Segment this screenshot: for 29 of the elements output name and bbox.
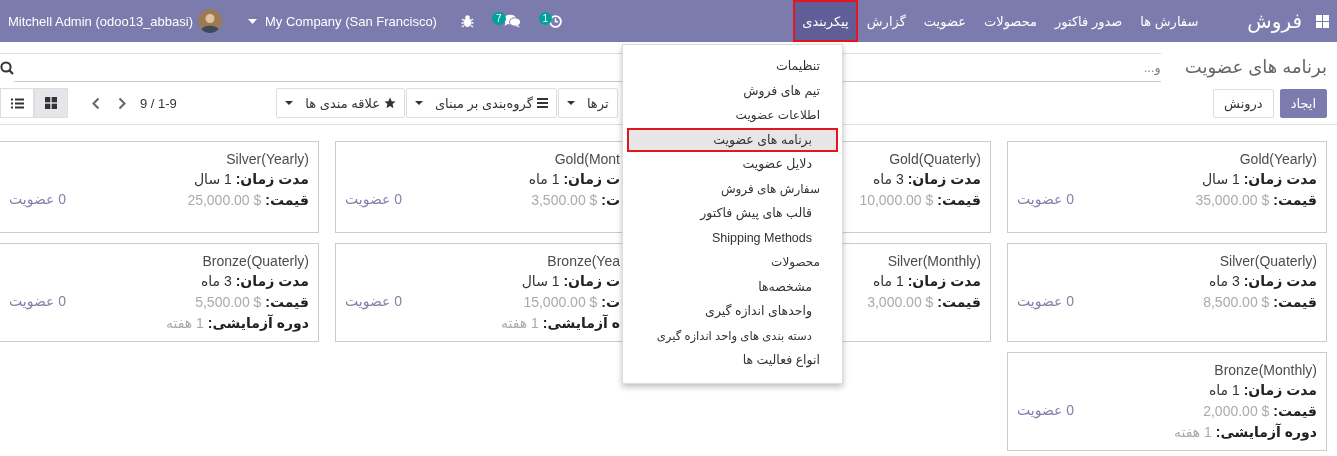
card-title: Silver(Monthly) — [887, 252, 981, 271]
duration-text: مدت زمان: 3 ماه — [1209, 272, 1317, 291]
card-title: Bronze(Yea — [547, 252, 620, 271]
duration-text: مدت زمان: 1 ماه — [873, 272, 981, 291]
duration-text: ت زمان: 1 ماه — [528, 170, 620, 189]
duration-text: مدت زمان: 3 ماه — [201, 272, 309, 291]
trial-period-text: ه آزمایشی: 1 هفته — [500, 313, 620, 333]
trial-period-text: دوره آزمایشی: 1 هفته — [1174, 422, 1317, 443]
card-title: Gold(Yearly) — [1239, 150, 1317, 169]
message-count-badge: 7 — [491, 11, 506, 25]
page-title: برنامه های عضویت — [1184, 56, 1327, 78]
menu-section-header: محصولات — [770, 254, 821, 271]
pager-value: 9 / 1-9 — [140, 95, 177, 111]
card-title: Gold(Mont — [554, 150, 620, 169]
menu-section-header: سفارش های فروش — [719, 180, 821, 199]
duration-text: مدت زمان: 1 ماه — [1209, 381, 1317, 400]
duration-text: مدت زمان: 1 سال — [193, 170, 309, 189]
app-title: فروش — [1247, 9, 1302, 33]
card-title: Bronze(Quaterly) — [202, 252, 309, 271]
activity-count-badge: 1 — [538, 11, 553, 25]
card-title: Silver(Yearly) — [226, 150, 309, 169]
card-title: Silver(Quaterly) — [1219, 252, 1317, 271]
duration-text: مدت زمان: 1 سال — [1201, 170, 1317, 189]
duration-text: مدت زمان: 3 ماه — [873, 170, 981, 189]
trial-period-text: دوره آزمایشی: 1 هفته — [166, 313, 309, 334]
card-title: Bronze(Monthly) — [1214, 361, 1317, 380]
card-title: Gold(Quaterly) — [889, 150, 981, 169]
duration-text: ت زمان: 1 سال — [521, 272, 620, 291]
menu-section-header: اطلاعات عضویت — [734, 107, 821, 124]
